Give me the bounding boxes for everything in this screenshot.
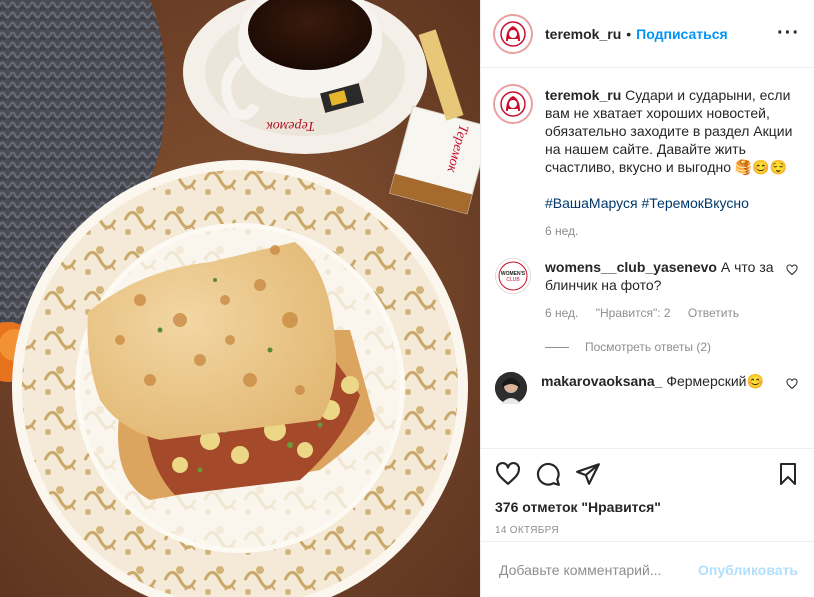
header-dot-separator: • [626, 25, 632, 42]
post-header: teremok_ru • Подписаться ··· [481, 0, 814, 68]
comment-bubble-icon[interactable] [535, 461, 561, 487]
post-date[interactable]: 14 октября [495, 525, 800, 536]
header-username[interactable]: teremok_ru [545, 26, 621, 42]
comment-meta: 6 нед. "Нравится": 2 Ответить [545, 304, 786, 322]
caption: teremok_ru Судари и сударыни, если вам н… [495, 86, 798, 240]
comment-username[interactable]: womens__club_yasenevo [545, 259, 717, 275]
caption-meta: 6 нед. [545, 222, 798, 240]
womens-club-logo-icon: WOMEN'S CLUB [498, 261, 528, 291]
view-replies-button[interactable]: Посмотреть ответы (2) [545, 340, 798, 354]
comment-time[interactable]: 6 нед. [545, 306, 578, 320]
reply-button[interactable]: Ответить [688, 306, 739, 320]
teremok-logo-icon [500, 20, 526, 47]
comment-text: Фермерский😊 [666, 373, 764, 389]
svg-text:CLUB: CLUB [506, 277, 520, 283]
comment-avatar[interactable] [495, 372, 527, 404]
post-actions: 376 отметок "Нравится" 14 октября [481, 448, 814, 536]
comments-list[interactable]: teremok_ru Судари и сударыни, если вам н… [481, 68, 814, 448]
comment-avatar[interactable]: WOMEN'S CLUB [495, 258, 531, 294]
follow-button[interactable]: Подписаться [636, 26, 728, 42]
likes-count[interactable]: 376 отметок "Нравится" [495, 499, 800, 515]
user-avatar-photo-icon [495, 372, 527, 404]
comment-like-heart-icon[interactable] [786, 264, 798, 276]
add-comment-bar: Опубликовать [481, 541, 814, 597]
more-options-icon[interactable]: ··· [777, 22, 800, 45]
post-comment-button[interactable]: Опубликовать [698, 562, 798, 578]
comment-username[interactable]: makarovaoksana_ [541, 373, 662, 389]
like-heart-icon[interactable] [495, 461, 521, 487]
comment-likes[interactable]: "Нравится": 2 [596, 306, 671, 320]
view-replies-label: Посмотреть ответы (2) [585, 340, 712, 354]
saucer-brand-text: Теремок [266, 118, 315, 133]
caption-avatar[interactable] [495, 86, 531, 122]
post-side-panel: teremok_ru • Подписаться ··· teremok_ru [480, 0, 814, 597]
comment-input[interactable] [497, 560, 699, 579]
replies-line [545, 346, 569, 348]
comment-item: makarovaoksana_ Фермерский😊 [495, 372, 798, 404]
action-icons [495, 459, 800, 489]
post-photo[interactable]: Теремок Теремок [0, 0, 480, 597]
caption-hashtags[interactable]: #ВашаМаруся #ТеремокВкусно [545, 194, 798, 212]
teremok-logo-icon [500, 91, 526, 117]
caption-time[interactable]: 6 нед. [545, 224, 578, 238]
save-bookmark-icon[interactable] [776, 461, 800, 487]
post-image: Теремок Теремок [0, 0, 480, 597]
share-paper-plane-icon[interactable] [575, 461, 601, 487]
comment-like-heart-icon[interactable] [786, 378, 798, 390]
comment-item: WOMEN'S CLUB womens__club_yasenevo А что… [495, 258, 798, 322]
profile-avatar[interactable] [495, 15, 531, 52]
caption-username[interactable]: teremok_ru [545, 87, 621, 103]
